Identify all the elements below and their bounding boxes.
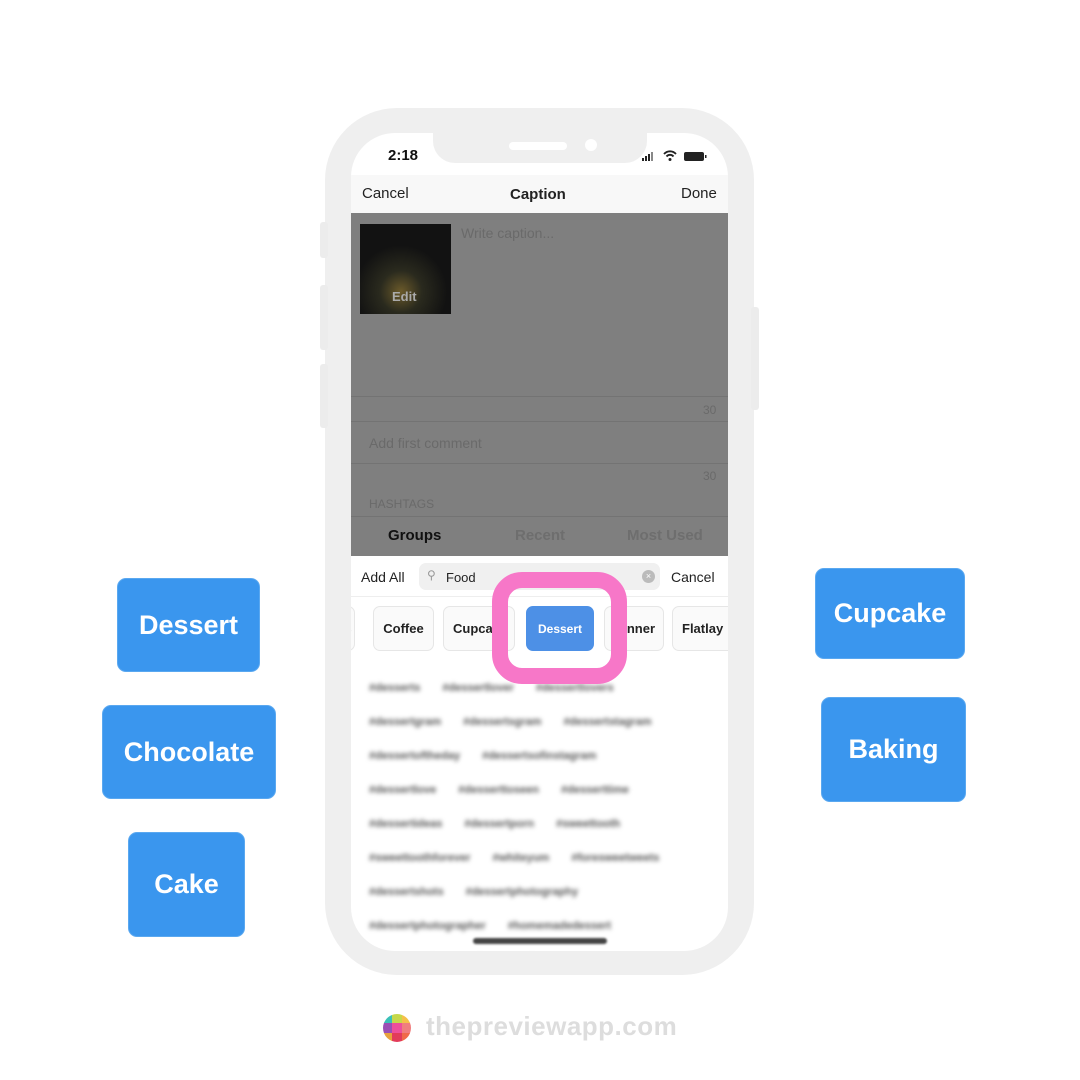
hashtag[interactable]: #dessertporn: [464, 818, 534, 830]
hashtag-row: #dessertideas #dessertporn #sweettooth: [369, 807, 719, 841]
hashtag-row: #dessertgram #dessertsgram #dessertstagram: [369, 705, 719, 739]
tab-recent[interactable]: Recent: [515, 527, 565, 544]
hashtag-row: #dessertoftheday #dessertsofinstagram: [369, 739, 719, 773]
dimmed-caption-area: Edit Write caption... 30 Add first comme…: [351, 213, 728, 556]
comment-char-count: 30: [703, 469, 717, 483]
cancel-button[interactable]: Cancel: [362, 185, 409, 202]
volume-up-button: [320, 285, 328, 350]
hashtag[interactable]: #dessertphotography: [466, 886, 578, 898]
power-button: [751, 307, 759, 410]
status-icons: [640, 149, 710, 161]
callout-baking: Baking: [821, 697, 966, 802]
first-comment-input[interactable]: Add first comment: [369, 435, 482, 451]
hashtag-list: #desserts #dessertlover #dessertlovers #des…: [369, 671, 719, 951]
hashtag[interactable]: #dessertlove: [369, 784, 436, 796]
hashtag[interactable]: #sweettooth: [556, 818, 620, 830]
clear-search-icon[interactable]: ×: [642, 570, 655, 583]
hashtag[interactable]: #dessertlover: [442, 682, 514, 694]
signal-wifi-battery-icon: [642, 150, 707, 161]
search-icon: ⚲: [427, 568, 436, 582]
hashtag-row: #dessertshots #dessertphotography: [369, 875, 719, 909]
hashtag[interactable]: #dessertstagram: [563, 716, 651, 728]
notch: [433, 133, 647, 163]
caption-char-count: 30: [703, 403, 717, 417]
hashtag[interactable]: #foresweetweets: [571, 852, 659, 864]
divider: [351, 463, 728, 464]
done-button[interactable]: Done: [681, 185, 717, 202]
hashtag[interactable]: #desserttime: [561, 784, 629, 796]
add-all-button[interactable]: Add All: [361, 569, 405, 585]
edit-thumbnail-label[interactable]: Edit: [392, 289, 417, 304]
divider: [351, 396, 728, 397]
tab-most-used[interactable]: Most Used: [627, 527, 703, 544]
speaker: [509, 142, 567, 150]
mute-switch: [320, 222, 328, 258]
hashtag[interactable]: #dessertoftheday: [369, 750, 460, 762]
highlight-ring: [492, 572, 627, 684]
hashtag[interactable]: #desserttoseen: [458, 784, 539, 796]
hashtag[interactable]: #desserts: [369, 682, 420, 694]
hashtag[interactable]: #dessertideas: [369, 818, 442, 830]
hashtag[interactable]: #dessertsgram: [463, 716, 541, 728]
callout-dessert: Dessert: [117, 578, 260, 672]
hashtag[interactable]: #homemadedessert: [508, 920, 611, 932]
callout-chocolate: Chocolate: [102, 705, 276, 799]
group-chip-flatlay[interactable]: Flatlay: [672, 606, 728, 651]
hashtag[interactable]: #dessertshots: [369, 886, 444, 898]
brand-url: thepreviewapp.com: [426, 1011, 678, 1041]
page-title: Caption: [510, 186, 566, 203]
hashtag-row: #sweettoothforever #whiteyum #foresweetwee…: [369, 841, 719, 875]
volume-down-button: [320, 364, 328, 428]
divider: [351, 421, 728, 422]
hashtag-row: #dessertlove #desserttoseen #desserttime: [369, 773, 719, 807]
status-time: 2:18: [388, 147, 419, 164]
hashtags-section-label: HASHTAGS: [369, 497, 435, 511]
home-indicator: [473, 938, 607, 944]
camera: [585, 139, 597, 151]
search-value: Food: [446, 570, 476, 585]
group-chip-coffee[interactable]: Coffee: [373, 606, 434, 651]
hashtag[interactable]: #whiteyum: [492, 852, 549, 864]
hashtag-row: #dessertrecipe#dessertrecipes: [369, 943, 719, 951]
hashtag[interactable]: #dessertgram: [369, 716, 441, 728]
divider: [351, 516, 728, 517]
nav-bar: Cancel Caption Done: [351, 175, 728, 213]
preview-app-logo: [383, 1014, 411, 1042]
callout-cupcake: Cupcake: [815, 568, 965, 659]
tab-groups[interactable]: Groups: [388, 527, 441, 544]
caption-input[interactable]: Write caption...: [461, 225, 554, 241]
callout-cake: Cake: [128, 832, 245, 937]
hashtag[interactable]: #sweettoothforever: [369, 852, 470, 864]
hashtag[interactable]: #dessertsofinstagram: [482, 750, 596, 762]
group-chip[interactable]: s: [351, 606, 355, 651]
post-thumbnail[interactable]: Edit: [360, 224, 451, 314]
hashtag[interactable]: #dessertphotographer: [369, 920, 486, 932]
search-cancel-button[interactable]: Cancel: [671, 569, 715, 585]
phone-screen: 2:18 Cancel Caption Done Edit Write capt…: [351, 133, 728, 951]
